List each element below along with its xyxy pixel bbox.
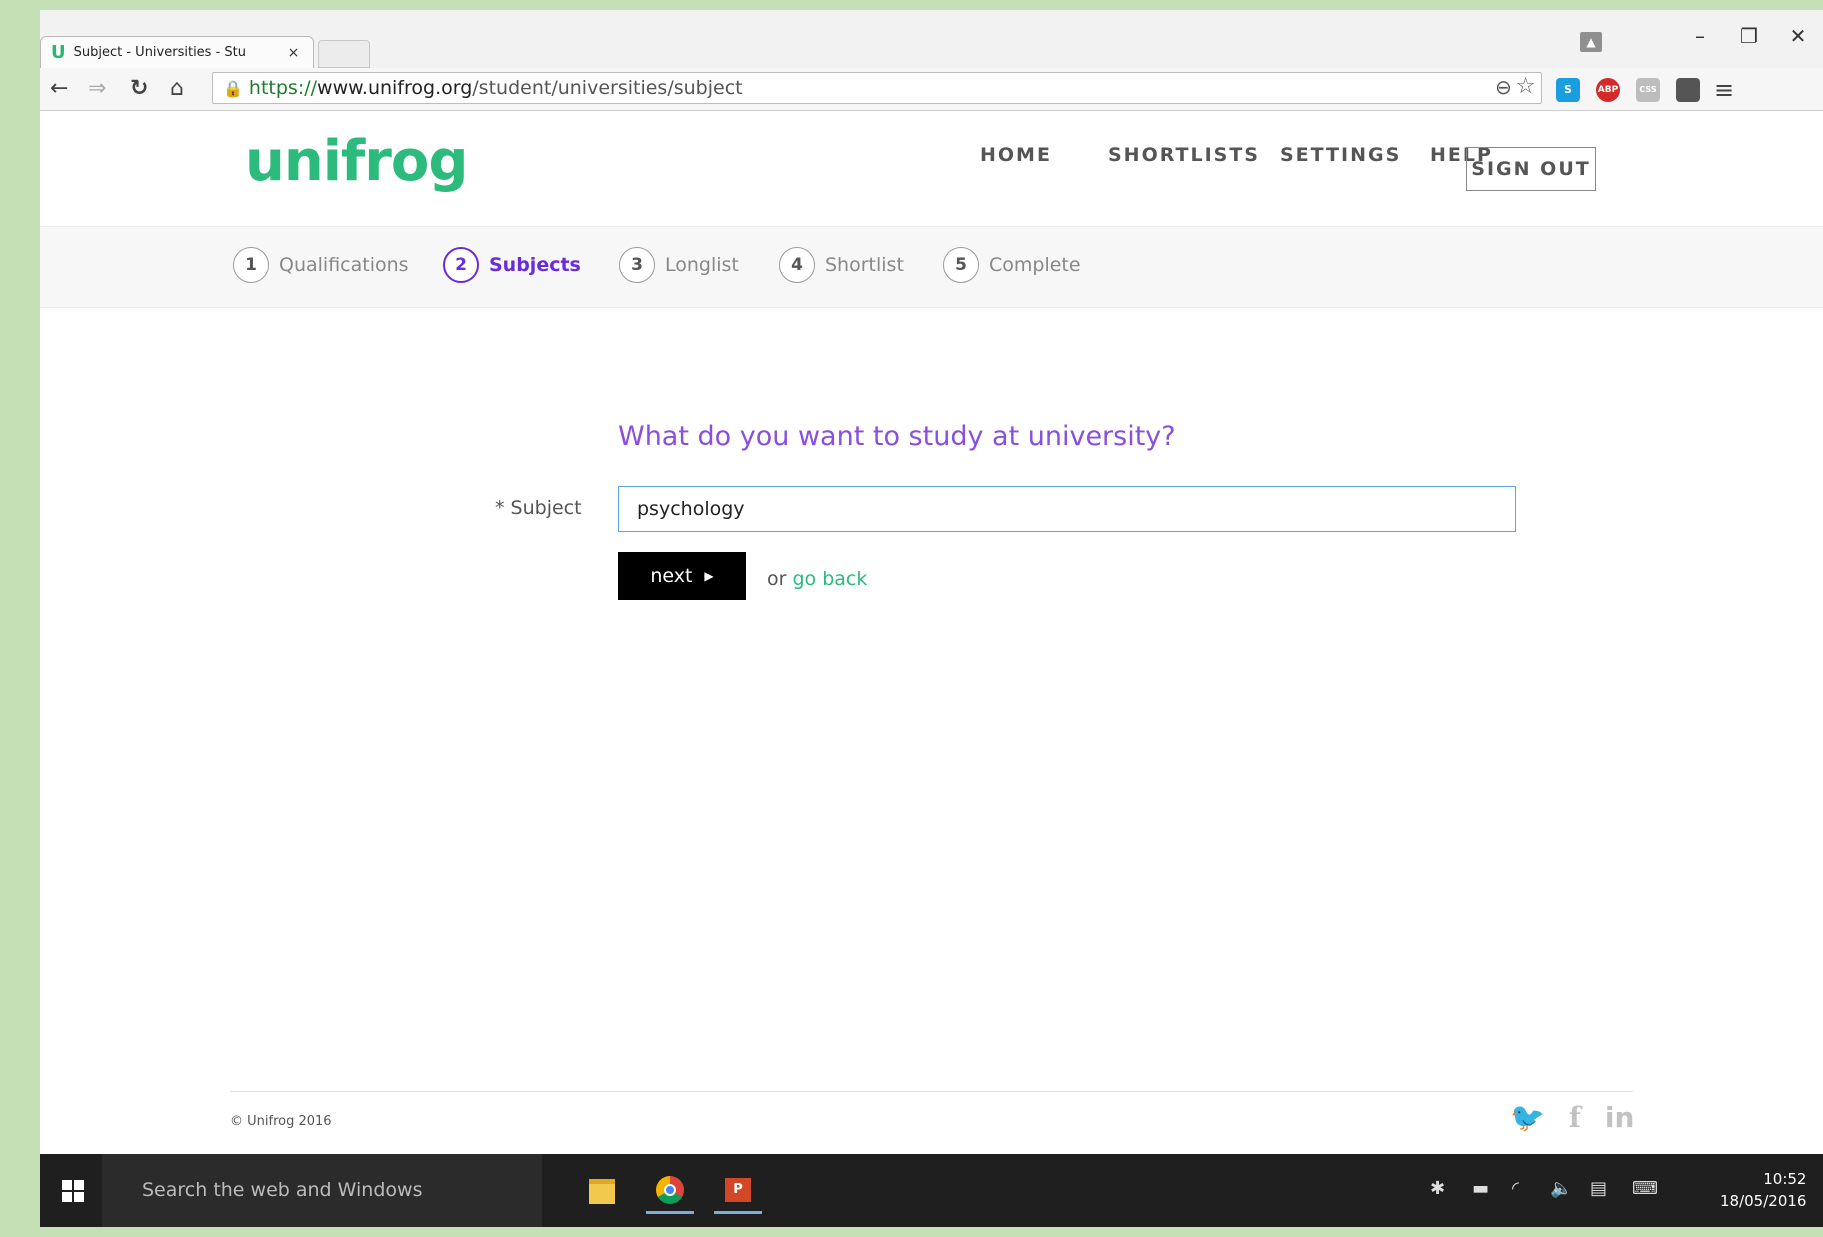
subject-input[interactable]: [618, 486, 1516, 532]
battery-icon[interactable]: ▬: [1472, 1178, 1489, 1199]
forward-arrow-icon[interactable]: ⇒: [88, 76, 106, 101]
menu-hamburger-icon[interactable]: ≡: [1714, 76, 1734, 104]
step-label: Qualifications: [279, 254, 409, 276]
step-number: 5: [943, 247, 979, 283]
next-button-label: next: [650, 565, 693, 587]
css-extension-icon[interactable]: CSS: [1636, 78, 1660, 102]
wifi-icon[interactable]: ◜: [1512, 1178, 1519, 1199]
tab-close-icon[interactable]: ×: [288, 45, 300, 61]
bookmark-star-icon[interactable]: ☆: [1516, 74, 1536, 99]
next-button[interactable]: next ▶: [618, 552, 746, 600]
powerpoint-icon[interactable]: P: [714, 1168, 762, 1214]
omnibox-actions: ⊖ ☆: [1495, 74, 1536, 99]
user-profile-icon[interactable]: ▲: [1580, 32, 1602, 52]
nav-home[interactable]: HOME: [980, 144, 1052, 166]
notifications-icon[interactable]: ▤: [1590, 1178, 1607, 1199]
browser-tab-strip: U Subject - Universities - Stu × ▲ – ❐ ✕: [40, 10, 1823, 69]
page-question: What do you want to study at university?: [618, 421, 1176, 452]
step-subjects[interactable]: 2 Subjects: [443, 247, 581, 283]
footer-divider: [230, 1091, 1633, 1092]
step-number: 1: [233, 247, 269, 283]
step-complete[interactable]: 5 Complete: [943, 247, 1081, 283]
file-explorer-icon[interactable]: [578, 1168, 626, 1214]
twitter-icon[interactable]: 🐦: [1510, 1101, 1545, 1134]
step-longlist[interactable]: 3 Longlist: [619, 247, 739, 283]
url-domain: www.unifrog.org: [317, 77, 473, 99]
tab-title: Subject - Universities - Stu: [73, 45, 246, 60]
zoom-icon[interactable]: ⊖: [1495, 75, 1512, 99]
extension-icon[interactable]: [1676, 78, 1700, 102]
back-arrow-icon[interactable]: ←: [50, 76, 68, 101]
step-shortlist[interactable]: 4 Shortlist: [779, 247, 904, 283]
browser-tab[interactable]: U Subject - Universities - Stu ×: [40, 36, 314, 68]
step-number: 4: [779, 247, 815, 283]
footer-copyright: © Unifrog 2016: [230, 1114, 332, 1129]
home-icon[interactable]: ⌂: [170, 76, 184, 101]
social-links: 🐦 f in: [1510, 1101, 1658, 1134]
url-scheme: https://: [248, 77, 318, 99]
skype-extension-icon[interactable]: S: [1556, 78, 1580, 102]
unifrog-favicon-icon: U: [51, 42, 66, 63]
step-label: Complete: [989, 254, 1081, 276]
site-header: unifrog HOME SHORTLISTS SETTINGS HELP SI…: [40, 111, 1823, 226]
close-window-button[interactable]: ✕: [1778, 24, 1818, 48]
volume-muted-icon[interactable]: 🔈: [1550, 1178, 1572, 1199]
linkedin-icon[interactable]: in: [1605, 1101, 1635, 1134]
subject-label: * Subject: [495, 497, 582, 519]
windows-taskbar: Search the web and Windows P ✱ ▬ ◜ 🔈 ▤ ⌨…: [40, 1154, 1823, 1227]
clock-date: 18/05/2016: [1720, 1192, 1807, 1210]
windows-start-icon[interactable]: [62, 1180, 84, 1202]
extensions-area: S ABP CSS ≡: [1548, 76, 1734, 104]
nav-shortlists[interactable]: SHORTLISTS: [1108, 144, 1260, 166]
restore-button[interactable]: ❐: [1729, 24, 1769, 48]
step-label: Longlist: [665, 254, 739, 276]
or-text: or: [767, 568, 793, 590]
new-tab-button[interactable]: [318, 40, 370, 68]
sign-out-button[interactable]: SIGN OUT: [1466, 147, 1596, 191]
step-number: 2: [443, 247, 479, 283]
unifrog-logo[interactable]: unifrog: [245, 129, 468, 194]
lock-icon: 🔒: [223, 78, 243, 98]
browser-toolbar: ← ⇒ ↻ ⌂ 🔒 https:// www.unifrog.org /stud…: [40, 68, 1823, 111]
screen: U Subject - Universities - Stu × ▲ – ❐ ✕…: [40, 10, 1823, 1227]
progress-steps: 1 Qualifications 2 Subjects 3 Longlist 4…: [40, 226, 1823, 308]
page-content: unifrog HOME SHORTLISTS SETTINGS HELP SI…: [40, 111, 1823, 1154]
minimize-button[interactable]: –: [1680, 24, 1720, 48]
url-path: /student/universities/subject: [472, 77, 743, 99]
adblock-plus-icon[interactable]: ABP: [1596, 78, 1620, 102]
step-qualifications[interactable]: 1 Qualifications: [233, 247, 409, 283]
address-bar[interactable]: 🔒 https:// www.unifrog.org /student/univ…: [212, 72, 1542, 104]
taskbar-search[interactable]: Search the web and Windows: [102, 1154, 542, 1227]
chrome-icon[interactable]: [646, 1168, 694, 1214]
go-back-link[interactable]: go back: [792, 568, 867, 590]
dropbox-icon[interactable]: ✱: [1430, 1178, 1445, 1199]
step-label: Shortlist: [825, 254, 904, 276]
step-number: 3: [619, 247, 655, 283]
step-label: Subjects: [489, 254, 581, 276]
facebook-icon[interactable]: f: [1569, 1101, 1581, 1134]
clock-time: 10:52: [1763, 1170, 1807, 1188]
go-back-text: or go back: [767, 568, 867, 590]
play-arrow-icon: ▶: [704, 569, 714, 583]
nav-settings[interactable]: SETTINGS: [1280, 144, 1401, 166]
keyboard-icon[interactable]: ⌨: [1632, 1178, 1658, 1199]
taskbar-clock[interactable]: 10:52 18/05/2016: [1720, 1168, 1806, 1212]
reload-icon[interactable]: ↻: [130, 76, 148, 101]
